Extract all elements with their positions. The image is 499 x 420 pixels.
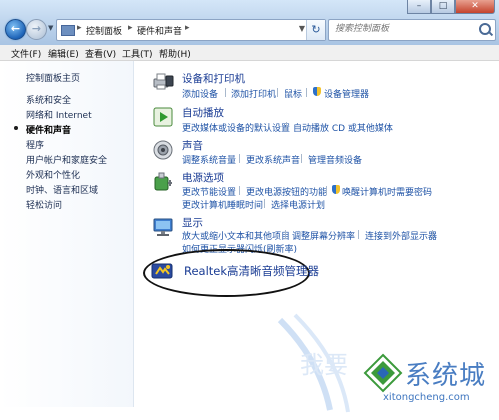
breadcrumb-separator-icon[interactable]: ▸ [128, 23, 133, 33]
task-manage-audio-devices[interactable]: 管理音频设备 [308, 153, 362, 166]
task-separator [358, 230, 359, 239]
search-icon[interactable] [479, 23, 491, 35]
task-mouse[interactable]: 鼠标 [284, 87, 302, 100]
menu-file[interactable]: 文件(F) [11, 47, 41, 60]
autoplay-icon[interactable] [152, 106, 174, 128]
menu-view[interactable]: 查看(V) [85, 47, 116, 60]
task-wake-password[interactable]: 唤醒计算机时需要密码 [342, 185, 432, 198]
category-title-power-options[interactable]: 电源选项 [182, 170, 224, 185]
watermark-url: xitongcheng.com [383, 392, 470, 403]
sidebar-item-clock-language[interactable]: 时钟、语言和区域 [26, 183, 98, 196]
sidebar-item-user-accounts[interactable]: 用户帐户和家庭安全 [26, 153, 107, 166]
task-separator [239, 186, 240, 195]
search-input[interactable] [335, 22, 471, 36]
menu-tools[interactable]: 工具(T) [122, 47, 153, 60]
speaker-icon[interactable] [152, 139, 174, 161]
watermark-faint-text: 我要 [300, 351, 348, 379]
watermark-brand-text: 系统城 [405, 361, 487, 391]
task-change-sleep-time[interactable]: 更改计算机睡眠时间 [182, 198, 263, 211]
task-separator [285, 230, 286, 239]
display-icon[interactable] [152, 216, 174, 238]
breadcrumb-hardware-sound[interactable]: 硬件和声音 [137, 24, 182, 37]
sidebar-item-appearance[interactable]: 外观和个性化 [26, 168, 80, 181]
task-add-printer[interactable]: 添加打印机 [231, 87, 276, 100]
breadcrumb-separator-icon[interactable]: ▸ [185, 23, 190, 33]
power-icon[interactable] [152, 171, 174, 193]
recent-pages-dropdown-icon[interactable]: ▼ [48, 24, 53, 32]
category-title-realtek-audio-manager[interactable]: Realtek高清晰音频管理器 [184, 263, 319, 279]
sidebar-item-programs[interactable]: 程序 [26, 138, 44, 151]
back-button[interactable]: ← [5, 19, 26, 40]
sidebar-item-ease-of-access[interactable]: 轻松访问 [26, 198, 62, 211]
task-separator [326, 186, 327, 195]
category-title-devices-printers[interactable]: 设备和打印机 [182, 71, 245, 86]
sidebar-item-system-security[interactable]: 系统和安全 [26, 93, 71, 106]
realtek-icon[interactable] [151, 260, 173, 282]
task-separator [286, 122, 287, 131]
menu-bar: 文件(F) 编辑(E) 查看(V) 工具(T) 帮助(H) [0, 45, 499, 61]
task-add-device[interactable]: 添加设备 [182, 87, 218, 100]
uac-shield-icon [313, 87, 321, 96]
back-arrow-icon: ← [10, 22, 21, 35]
task-change-power-saving[interactable]: 更改节能设置 [182, 185, 236, 198]
window-buttons: – □ ✕ [407, 0, 495, 14]
task-separator [225, 88, 226, 97]
refresh-icon: ↻ [311, 23, 321, 36]
search-box[interactable] [328, 19, 496, 41]
task-separator [239, 154, 240, 163]
task-power-button-function[interactable]: 更改电源按钮的功能 [246, 185, 327, 198]
sidebar-item-network-internet[interactable]: 网络和 Internet [26, 108, 92, 121]
title-bar: – □ ✕ ← → ▼ ▸ 控制面板 ▸ 硬件和声音 ▸ ▼ ↻ [0, 0, 499, 46]
task-change-system-sounds[interactable]: 更改系统声音 [246, 153, 300, 166]
task-adjust-resolution[interactable]: 调整屏幕分辨率 [292, 229, 355, 242]
task-separator [301, 154, 302, 163]
sidebar-item-hardware-sound: 硬件和声音 [26, 126, 72, 136]
maximize-button[interactable]: □ [431, 0, 455, 14]
printer-icon[interactable] [152, 70, 174, 92]
task-connect-external-display[interactable]: 连接到外部显示器 [365, 229, 437, 242]
navigation-pane: 控制面板主页 系统和安全 网络和 Internet 硬件和声音 程序 用户帐户和… [0, 61, 134, 407]
category-title-sound[interactable]: 声音 [182, 138, 203, 153]
breadcrumb-control-panel[interactable]: 控制面板 [86, 24, 122, 37]
menu-edit[interactable]: 编辑(E) [48, 47, 79, 60]
control-panel-folder-icon [61, 25, 75, 36]
uac-shield-icon [332, 185, 340, 194]
task-device-manager[interactable]: 设备管理器 [324, 87, 369, 100]
sidebar-item-control-panel-home[interactable]: 控制面板主页 [26, 71, 80, 84]
refresh-button[interactable]: ↻ [306, 20, 325, 40]
breadcrumb-separator-icon[interactable]: ▸ [77, 23, 82, 33]
minimize-button[interactable]: – [407, 0, 431, 14]
watermark-logo-icon [363, 353, 403, 393]
task-resize-text[interactable]: 放大或缩小文本和其他项目 [182, 229, 290, 242]
category-title-display[interactable]: 显示 [182, 215, 203, 230]
category-title-autoplay[interactable]: 自动播放 [182, 105, 224, 120]
forward-button[interactable]: → [26, 19, 47, 40]
address-dropdown-icon[interactable]: ▼ [299, 24, 305, 33]
task-separator [264, 199, 265, 208]
menu-help[interactable]: 帮助(H) [159, 47, 191, 60]
task-change-media-defaults[interactable]: 更改媒体或设备的默认设置 [182, 121, 290, 134]
task-separator [277, 88, 278, 97]
task-adjust-volume[interactable]: 调整系统音量 [182, 153, 236, 166]
forward-arrow-icon: → [31, 22, 42, 35]
task-autoplay-cd[interactable]: 自动播放 CD 或其他媒体 [293, 121, 393, 134]
task-choose-power-plan[interactable]: 选择电源计划 [271, 198, 325, 211]
task-separator [432, 230, 433, 239]
current-category-bullet-icon [14, 126, 18, 130]
close-button[interactable]: ✕ [455, 0, 495, 14]
task-separator [306, 88, 307, 97]
address-bar[interactable]: ▸ 控制面板 ▸ 硬件和声音 ▸ ▼ ↻ [56, 19, 326, 41]
